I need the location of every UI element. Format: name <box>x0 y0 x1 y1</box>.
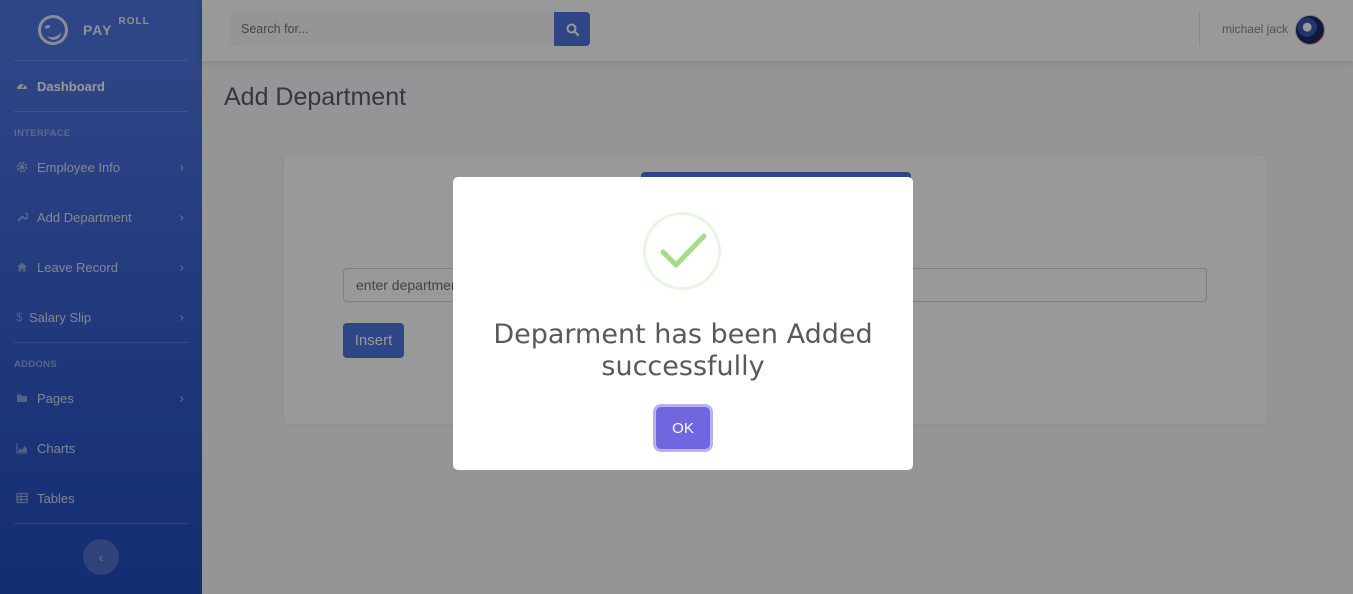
success-dialog: Deparment has been Added successfully OK <box>453 177 913 470</box>
ok-button[interactable]: OK <box>656 407 710 449</box>
success-check-icon <box>643 212 721 290</box>
dialog-message: Deparment has been Added successfully <box>493 319 873 382</box>
